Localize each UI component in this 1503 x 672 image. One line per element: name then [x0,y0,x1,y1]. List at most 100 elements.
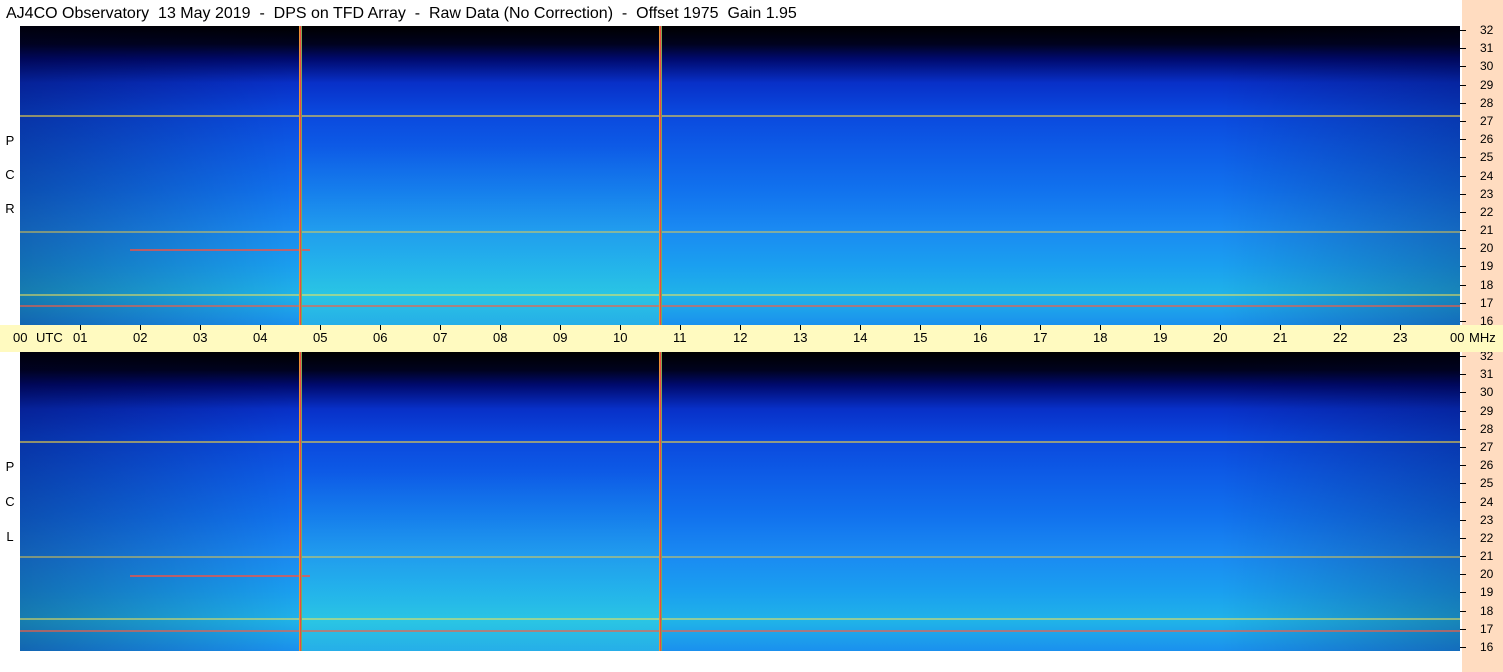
freq-tick [1460,392,1466,393]
rfi-line-27mhz [20,441,1460,443]
freq-label: 21 [1480,549,1494,563]
freq-tick [1460,592,1466,593]
hour-label: 16 [973,330,988,345]
hour-label: 05 [313,330,328,345]
rcp-frequency-axis: 32 31 30 29 28 27 26 25 24 23 22 21 20 19 18 17 16 [1460,23,1503,327]
rfi-line-20mhz [130,575,310,577]
freq-label: 26 [1480,132,1494,146]
rfi-line-17mhz [20,630,1460,632]
freq-tick [1460,429,1466,430]
lcp-letter: P [5,459,15,474]
rfi-line-18mhz [20,294,1460,296]
hour-label: 10 [613,330,628,345]
freq-tick [1460,303,1466,304]
freq-label: 25 [1480,476,1494,490]
hour-label: 23 [1393,330,1408,345]
freq-label: 28 [1480,422,1494,436]
hour-label: 04 [253,330,268,345]
freq-tick [1460,30,1466,31]
freq-label: 19 [1480,259,1494,273]
hour-label: 15 [913,330,928,345]
freq-tick [1460,48,1466,49]
hour-label: 22 [1333,330,1348,345]
freq-label: 22 [1480,531,1494,545]
time-end-label: 00 [1450,330,1465,345]
lcp-spectrogram[interactable] [20,352,1460,651]
freq-tick [1460,374,1466,375]
hour-label: 02 [133,330,148,345]
page-title: AJ4CO Observatory 13 May 2019 - DPS on T… [6,5,797,22]
hour-label: 12 [733,330,748,345]
freq-tick [1460,212,1466,213]
interference-spike [299,26,302,325]
freq-label: 20 [1480,241,1494,255]
freq-label: 19 [1480,585,1494,599]
hour-label: 03 [193,330,208,345]
freq-label: 17 [1480,622,1494,636]
freq-tick [1460,66,1466,67]
freq-tick [1460,321,1466,322]
day-shading [302,26,660,325]
hour-label: 06 [373,330,388,345]
hour-label: 07 [433,330,448,345]
freq-label: 30 [1480,385,1494,399]
unit-label: MHz [1469,330,1496,345]
lcp-letter: C [5,494,15,509]
hour-label: 09 [553,330,568,345]
freq-label: 28 [1480,96,1494,110]
freq-label: 24 [1480,495,1494,509]
hour-label: 19 [1153,330,1168,345]
freq-label: 32 [1480,23,1494,37]
freq-tick [1460,629,1466,630]
rfi-line-18mhz [20,618,1460,620]
freq-label: 22 [1480,205,1494,219]
rcp-letter: R [5,201,15,216]
freq-tick [1460,574,1466,575]
rcp-letter: C [5,167,15,182]
hour-label: 18 [1093,330,1108,345]
freq-tick [1460,465,1466,466]
freq-tick [1460,285,1466,286]
hour-label: 17 [1033,330,1048,345]
freq-label: 18 [1480,278,1494,292]
freq-label: 23 [1480,513,1494,527]
freq-tick [1460,248,1466,249]
freq-label: 16 [1480,640,1494,654]
freq-tick [1460,411,1466,412]
interference-spike [659,26,662,325]
lcp-frequency-axis: 32 31 30 29 28 27 26 25 24 23 22 21 20 19 18 17 16 [1460,350,1503,654]
freq-label: 26 [1480,458,1494,472]
freq-label: 31 [1480,367,1494,381]
rfi-line-20mhz [130,249,310,251]
freq-tick [1460,176,1466,177]
rcp-letter: P [5,133,15,148]
freq-label: 17 [1480,296,1494,310]
freq-tick [1460,230,1466,231]
freq-tick [1460,356,1466,357]
freq-tick [1460,157,1466,158]
freq-tick [1460,520,1466,521]
hour-label: 01 [73,330,88,345]
freq-label: 20 [1480,567,1494,581]
hour-label: 08 [493,330,508,345]
freq-tick [1460,483,1466,484]
freq-tick [1460,647,1466,648]
interference-spike [299,352,302,651]
freq-label: 29 [1480,404,1494,418]
utc-time-axis: 00 UTC 00 MHz 01 02 03 04 05 06 07 08 09 10 11 12 13… [0,325,1503,352]
interference-spike [659,352,662,651]
freq-tick [1460,556,1466,557]
freq-tick [1460,85,1466,86]
dusk-shading [1220,26,1460,325]
freq-label: 24 [1480,169,1494,183]
utc-label: UTC [36,330,63,345]
day-shading [302,352,660,651]
hour-label: 11 [673,330,687,345]
hour-label: 14 [853,330,868,345]
hour-label: 21 [1273,330,1288,345]
freq-label: 27 [1480,114,1494,128]
rcp-spectrogram[interactable] [20,26,1460,325]
freq-tick [1460,611,1466,612]
freq-tick [1460,139,1466,140]
hour-label: 13 [793,330,808,345]
